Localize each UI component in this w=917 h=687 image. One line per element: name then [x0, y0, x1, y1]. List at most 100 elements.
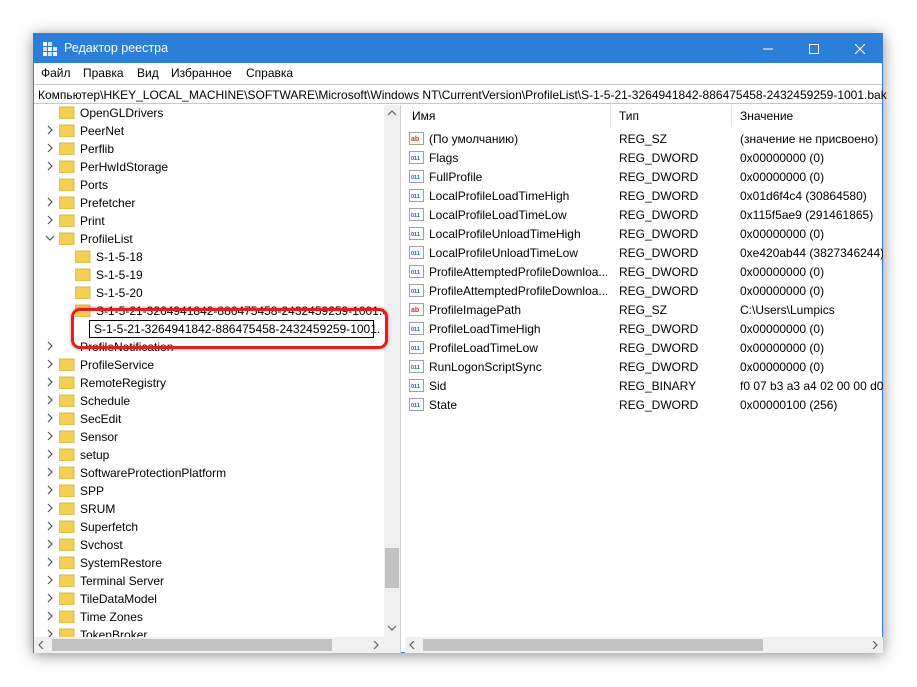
column-header-value[interactable]: Значение	[740, 109, 793, 131]
tree-item[interactable]: Sensor	[34, 428, 384, 446]
chevron-right-icon[interactable]	[44, 394, 56, 406]
tree-item[interactable]: Ports	[34, 176, 384, 194]
tree-item[interactable]: Superfetch	[34, 518, 384, 536]
chevron-right-icon[interactable]	[44, 358, 56, 370]
scroll-left-icon[interactable]	[38, 641, 44, 649]
chevron-right-icon[interactable]	[44, 538, 56, 550]
chevron-right-icon[interactable]	[44, 610, 56, 622]
chevron-right-icon[interactable]	[44, 142, 56, 154]
tree-item[interactable]: PeerNet	[34, 122, 384, 140]
chevron-right-icon[interactable]	[44, 376, 56, 388]
chevron-right-icon[interactable]	[44, 160, 56, 172]
tree-item[interactable]: SPP	[34, 482, 384, 500]
column-header-name[interactable]: Имя	[412, 109, 435, 131]
minimize-button[interactable]	[745, 34, 791, 63]
tree-item[interactable]: setup	[34, 446, 384, 464]
address-bar[interactable]: Компьютер\HKEY_LOCAL_MACHINE\SOFTWARE\Mi…	[34, 84, 887, 104]
tree-hscroll-thumb[interactable]	[52, 639, 332, 651]
scroll-down-icon[interactable]	[388, 625, 396, 631]
tree-item[interactable]: Time Zones	[34, 608, 384, 626]
value-row[interactable]: 011 ProfileAttemptedProfileDownloa... REG_…	[405, 263, 883, 282]
value-row[interactable]: 011 FullProfile REG_DWORD 0x00000000 (0)	[405, 168, 883, 187]
chevron-right-icon[interactable]	[44, 448, 56, 460]
chevron-right-icon[interactable]	[44, 520, 56, 532]
chevron-right-icon[interactable]	[44, 196, 56, 208]
chevron-right-icon[interactable]	[44, 340, 56, 352]
tree-item[interactable]: PerHwIdStorage	[34, 158, 384, 176]
tree-item[interactable]: TileDataModel	[34, 590, 384, 608]
chevron-right-icon[interactable]	[44, 430, 56, 442]
maximize-button[interactable]	[791, 34, 837, 63]
tree-item[interactable]: Print	[34, 212, 384, 230]
tree-vertical-scrollbar[interactable]	[384, 105, 400, 637]
tree-item[interactable]: Terminal Server	[34, 572, 384, 590]
menu-help[interactable]: Справка	[246, 66, 293, 80]
chevron-right-icon[interactable]	[44, 484, 56, 496]
binary-value-icon: 011	[409, 322, 424, 335]
values-hscroll-thumb[interactable]	[423, 639, 763, 651]
chevron-right-icon[interactable]	[44, 574, 56, 586]
values-horizontal-scrollbar[interactable]	[405, 637, 883, 653]
tree-item[interactable]: SecEdit	[34, 410, 384, 428]
values-pane[interactable]: Имя Тип Значение ab (По умолчанию) REG_SZ (…	[405, 105, 883, 654]
value-row[interactable]: 011 ProfileLoadTimeLow REG_DWORD 0x00000000…	[405, 339, 883, 358]
value-row[interactable]: ab (По умолчанию) REG_SZ (значение не присв…	[405, 130, 883, 149]
chevron-right-icon[interactable]	[44, 466, 56, 478]
value-row[interactable]: 011 LocalProfileLoadTimeHigh REG_DWORD 0x01…	[405, 187, 883, 206]
tree-item[interactable]: S-1-5-19	[34, 266, 384, 284]
tree-scroll-thumb[interactable]	[385, 548, 399, 588]
tree-item[interactable]: Perflib	[34, 140, 384, 158]
tree-item[interactable]: Schedule	[34, 392, 384, 410]
scroll-right-icon[interactable]	[872, 641, 878, 649]
address-path[interactable]: Компьютер\HKEY_LOCAL_MACHINE\SOFTWARE\Mi…	[38, 88, 887, 102]
value-row[interactable]: 011 Flags REG_DWORD 0x00000000 (0)	[405, 149, 883, 168]
value-row[interactable]: 011 ProfileLoadTimeHigh REG_DWORD 0x0000000…	[405, 320, 883, 339]
key-tree-pane[interactable]: OpenGLDrivers PeerNet Perflib PerHwIdStorag…	[34, 105, 401, 654]
close-button[interactable]	[837, 34, 883, 63]
rename-key-input[interactable]: S-1-5-21-3264941842-886475458-2432459259…	[89, 320, 380, 338]
tree-item[interactable]: S-1-5-18	[34, 248, 384, 266]
tree-item[interactable]: SRUM	[34, 500, 384, 518]
tree-item[interactable]: SystemRestore	[34, 554, 384, 572]
menu-file[interactable]: Файл	[41, 66, 71, 80]
value-row[interactable]: 011 Sid REG_BINARY f0 07 b3 a3 a4 02 00 00 …	[405, 377, 883, 396]
value-row[interactable]: 011 ProfileAttemptedProfileDownloa... REG_…	[405, 282, 883, 301]
tree-item[interactable]: ProfileList	[34, 230, 384, 248]
tree-item[interactable]: RemoteRegistry	[34, 374, 384, 392]
value-row[interactable]: 011 RunLogonScriptSync REG_DWORD 0x00000000…	[405, 358, 883, 377]
chevron-right-icon[interactable]	[44, 502, 56, 514]
tree-horizontal-scrollbar[interactable]	[34, 637, 384, 653]
svg-text:011: 011	[411, 384, 420, 390]
column-divider[interactable]	[731, 105, 732, 127]
chevron-right-icon[interactable]	[44, 592, 56, 604]
chevron-right-icon[interactable]	[44, 556, 56, 568]
rename-key-text[interactable]: S-1-5-21-3264941842-886475458-2432459259…	[94, 322, 380, 336]
chevron-right-icon[interactable]	[44, 412, 56, 424]
tree-item[interactable]: Svchost	[34, 536, 384, 554]
column-header-type[interactable]: Тип	[619, 109, 639, 131]
chevron-down-icon[interactable]	[44, 232, 56, 244]
value-type: REG_DWORD	[619, 170, 699, 184]
scroll-up-icon[interactable]	[388, 110, 396, 116]
value-row[interactable]: 011 LocalProfileUnloadTimeHigh REG_DWORD 0x…	[405, 225, 883, 244]
tree-item[interactable]: S-1-5-20	[34, 284, 384, 302]
column-divider[interactable]	[610, 105, 611, 127]
menu-favorites[interactable]: Избранное	[171, 66, 232, 80]
tree-item[interactable]: SoftwareProtectionPlatform	[34, 464, 384, 482]
scroll-left-icon[interactable]	[409, 641, 415, 649]
tree-item[interactable]: ProfileService	[34, 356, 384, 374]
value-row[interactable]: ab ProfileImagePath REG_SZ C:\Users\Lumpics	[405, 301, 883, 320]
value-row[interactable]: 011 LocalProfileLoadTimeLow REG_DWORD 0x115…	[405, 206, 883, 225]
chevron-right-icon[interactable]	[44, 214, 56, 226]
tree-item[interactable]: Prefetcher	[34, 194, 384, 212]
chevron-right-icon[interactable]	[44, 124, 56, 136]
scroll-right-icon[interactable]	[373, 641, 379, 649]
value-row[interactable]: 011 LocalProfileUnloadTimeLow REG_DWORD 0xe…	[405, 244, 883, 263]
tree-item-label: SystemRestore	[80, 556, 163, 570]
tree-item[interactable]: OpenGLDrivers	[34, 105, 384, 122]
value-row[interactable]: 011 State REG_DWORD 0x00000100 (256)	[405, 396, 883, 415]
menu-edit[interactable]: Правка	[83, 66, 124, 80]
tree-item-label: Terminal Server	[80, 574, 165, 588]
title-bar[interactable]: Редактор реестра	[34, 34, 882, 63]
menu-view[interactable]: Вид	[137, 66, 159, 80]
